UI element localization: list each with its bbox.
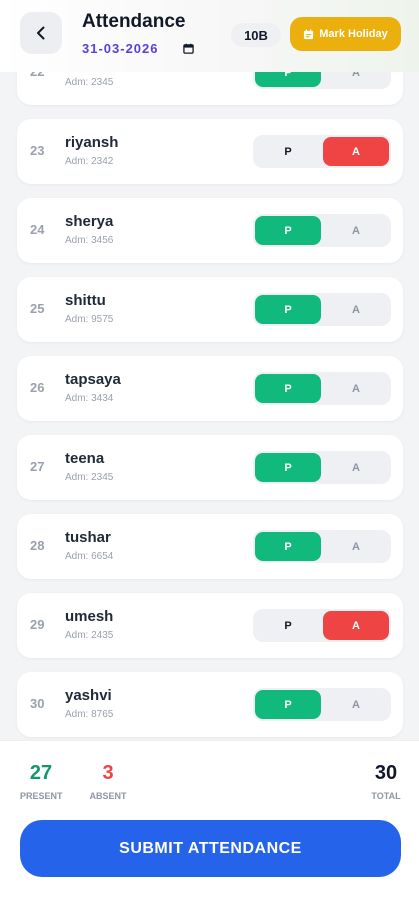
total-stat: 30 TOTAL bbox=[368, 761, 404, 801]
absent-button[interactable]: A bbox=[323, 690, 389, 719]
student-card: 25 shittu Adm: 9575 P A bbox=[17, 277, 403, 342]
present-stat: 27 PRESENT bbox=[20, 761, 63, 801]
attendance-toggle: P A bbox=[253, 214, 391, 247]
calendar-icon bbox=[183, 43, 194, 54]
mark-holiday-button[interactable]: Mark Holiday bbox=[290, 17, 401, 51]
calendar-icon bbox=[304, 28, 314, 39]
app-header: Attendance 31-03-2026 10B Mark Holiday bbox=[0, 0, 419, 72]
present-label: PRESENT bbox=[20, 791, 63, 801]
admission-number: Adm: 2342 bbox=[65, 156, 114, 167]
roll-number: 29 bbox=[30, 617, 45, 632]
total-label: TOTAL bbox=[371, 791, 401, 801]
admission-number: Adm: 3434 bbox=[65, 393, 114, 404]
present-button[interactable]: P bbox=[255, 216, 321, 245]
total-count: 30 bbox=[374, 762, 398, 784]
roll-number: 30 bbox=[30, 696, 45, 711]
attendance-toggle: P A bbox=[253, 451, 391, 484]
submit-attendance-button[interactable]: SUBMIT ATTENDANCE bbox=[20, 820, 401, 877]
student-name: tushar bbox=[65, 529, 111, 546]
student-name: tapsaya bbox=[65, 371, 121, 388]
student-name: shittu bbox=[65, 292, 106, 309]
attendance-toggle: P A bbox=[253, 293, 391, 326]
student-card: 29 umesh Adm: 2435 P A bbox=[17, 593, 403, 658]
absent-button[interactable]: A bbox=[323, 137, 389, 166]
present-button[interactable]: P bbox=[255, 374, 321, 403]
present-button[interactable]: P bbox=[255, 137, 321, 166]
absent-button[interactable]: A bbox=[323, 216, 389, 245]
student-card: 27 teena Adm: 2345 P A bbox=[17, 435, 403, 500]
admission-number: Adm: 6654 bbox=[65, 551, 114, 562]
roll-number: 25 bbox=[30, 301, 45, 316]
attendance-footer: 27 PRESENT 3 ABSENT 30 TOTAL SUBMIT ATTE… bbox=[0, 740, 419, 907]
roll-number: 23 bbox=[30, 143, 45, 158]
back-button[interactable] bbox=[20, 12, 62, 54]
student-name: riyansh bbox=[65, 134, 119, 151]
student-card: 24 sherya Adm: 3456 P A bbox=[17, 198, 403, 263]
present-button[interactable]: P bbox=[255, 532, 321, 561]
present-button[interactable]: P bbox=[255, 611, 321, 640]
attendance-toggle: P A bbox=[253, 135, 391, 168]
attendance-toggle: P A bbox=[253, 688, 391, 721]
admission-number: Adm: 9575 bbox=[65, 314, 114, 325]
absent-count: 3 bbox=[102, 762, 114, 784]
present-button[interactable]: P bbox=[255, 690, 321, 719]
student-name: sherya bbox=[65, 213, 114, 230]
attendance-toggle: P A bbox=[253, 372, 391, 405]
admission-number: Adm: 3456 bbox=[65, 235, 114, 246]
admission-number: Adm: 2435 bbox=[65, 630, 114, 641]
roll-number: 28 bbox=[30, 538, 45, 553]
admission-number: Adm: 2345 bbox=[65, 472, 114, 483]
roll-number: 26 bbox=[30, 380, 45, 395]
present-button[interactable]: P bbox=[255, 453, 321, 482]
absent-button[interactable]: A bbox=[323, 374, 389, 403]
absent-button[interactable]: A bbox=[323, 611, 389, 640]
attendance-toggle: P A bbox=[253, 609, 391, 642]
student-name: yashvi bbox=[65, 687, 112, 704]
student-name: teena bbox=[65, 450, 105, 467]
page-title: Attendance bbox=[82, 11, 186, 32]
date-picker[interactable]: 31-03-2026 bbox=[82, 39, 194, 57]
roll-number: 24 bbox=[30, 222, 45, 237]
class-badge: 10B bbox=[231, 23, 281, 47]
student-name: umesh bbox=[65, 608, 114, 625]
absent-button[interactable]: A bbox=[323, 532, 389, 561]
student-list: 22 Adm: 2345 P A 23 riyansh Adm: 2342 P … bbox=[0, 0, 419, 740]
absent-stat: 3 ABSENT bbox=[88, 761, 128, 801]
attendance-toggle: P A bbox=[253, 530, 391, 563]
student-card: 26 tapsaya Adm: 3434 P A bbox=[17, 356, 403, 421]
present-button[interactable]: P bbox=[255, 295, 321, 324]
student-card: 30 yashvi Adm: 8765 P A bbox=[17, 672, 403, 737]
absent-button[interactable]: A bbox=[323, 453, 389, 482]
admission-number: Adm: 2345 bbox=[65, 77, 114, 88]
absent-button[interactable]: A bbox=[323, 295, 389, 324]
chevron-left-icon bbox=[37, 26, 45, 40]
date-value: 31-03-2026 bbox=[82, 40, 159, 56]
admission-number: Adm: 8765 bbox=[65, 709, 114, 720]
roll-number: 27 bbox=[30, 459, 45, 474]
present-count: 27 bbox=[29, 762, 53, 784]
student-card: 28 tushar Adm: 6654 P A bbox=[17, 514, 403, 579]
mark-holiday-label: Mark Holiday bbox=[319, 28, 388, 40]
student-card: 23 riyansh Adm: 2342 P A bbox=[17, 119, 403, 184]
absent-label: ABSENT bbox=[89, 791, 127, 801]
